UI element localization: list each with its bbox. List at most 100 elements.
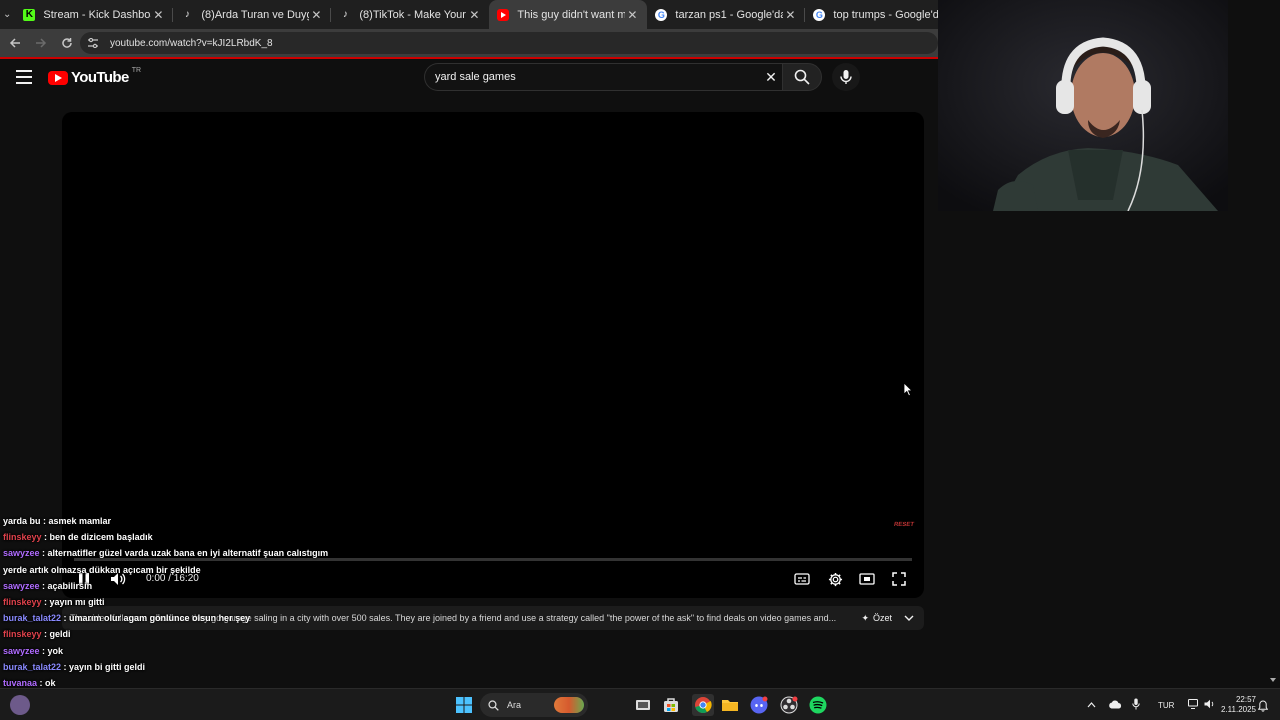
- tab-kick-dashboard[interactable]: K Stream - Kick Dashboard ✕: [15, 0, 174, 29]
- search-button[interactable]: [782, 63, 822, 91]
- chat-text: : yayın mı gitti: [44, 597, 105, 608]
- forward-arrow-icon[interactable]: [29, 31, 53, 55]
- speaker-icon[interactable]: [1204, 699, 1216, 711]
- chat-text: yarda bu : asmek mamlar: [3, 516, 112, 526]
- chat-message: burak_talat22 : umarım olur agam gönlünc…: [3, 610, 343, 626]
- summary-button[interactable]: ✦ Özet: [861, 613, 892, 624]
- streamer-avatar: [10, 695, 30, 715]
- chat-username[interactable]: flinskeyy: [3, 629, 42, 639]
- channel-watermark[interactable]: RESET: [889, 522, 918, 538]
- obs-icon[interactable]: [780, 696, 798, 714]
- taskbar-clock[interactable]: 22:57 2.11.2025: [1216, 695, 1256, 715]
- taskbar-search-label: Ara: [507, 700, 522, 710]
- windows-taskbar: Ara TUR 22:57 2.11.2025: [0, 688, 1280, 720]
- chat-text: yerde artık olmazsa dükkan açıcam bir şe…: [3, 564, 201, 575]
- tab-google-tarzan[interactable]: G tarzan ps1 - Google'da Ara ✕: [647, 0, 806, 29]
- youtube-masthead: YouTube TR yard sale games ✕: [0, 59, 938, 99]
- kick-icon: K: [23, 8, 36, 21]
- chat-username[interactable]: sawyzee: [3, 548, 40, 558]
- menu-icon[interactable]: [16, 70, 32, 84]
- notification-bell-icon[interactable]: [1257, 699, 1269, 717]
- tiktok-icon: ♪: [184, 9, 190, 20]
- close-tab-icon[interactable]: ✕: [783, 8, 797, 22]
- language-indicator[interactable]: TUR: [1158, 701, 1174, 710]
- chat-text: : açabilirsin: [42, 580, 93, 591]
- microphone-icon: [840, 70, 852, 84]
- cloud-icon[interactable]: [1108, 699, 1122, 711]
- tab-title: This guy didn't want me making: [517, 8, 626, 21]
- browser-tabstrip: ⌄ K Stream - Kick Dashboard ✕ ♪ (8)Arda …: [0, 0, 955, 29]
- back-arrow-icon[interactable]: [3, 31, 27, 55]
- webcam-feed: [938, 0, 1228, 211]
- chrome-icon[interactable]: [692, 694, 714, 716]
- chat-username[interactable]: sawyzee: [3, 646, 40, 656]
- url-text: youtube.com/watch?v=kJI2LRbdK_8: [110, 37, 273, 49]
- clear-search-icon[interactable]: ✕: [764, 70, 778, 84]
- site-info-icon[interactable]: [86, 36, 100, 50]
- chat-message: flinskeyy : ben de dizicem başladık: [3, 529, 343, 545]
- google-icon: G: [813, 8, 826, 21]
- tab-search-menu-icon[interactable]: ⌄: [3, 4, 11, 26]
- windows-start-icon[interactable]: [455, 696, 473, 714]
- fullscreen-button[interactable]: [889, 570, 909, 588]
- microphone-icon[interactable]: [1132, 698, 1140, 712]
- tab-tiktok-arda[interactable]: ♪ (8)Arda Turan ve Duygusal Futb ✕: [173, 0, 332, 29]
- close-tab-icon[interactable]: ✕: [625, 8, 639, 22]
- scroll-down-arrow-icon[interactable]: [1270, 678, 1276, 682]
- chat-username[interactable]: sawyzee: [3, 581, 40, 591]
- tab-title: tarzan ps1 - Google'da Ara: [675, 8, 784, 21]
- file-explorer-icon[interactable]: [721, 696, 739, 714]
- summary-button-label: Özet: [872, 613, 892, 623]
- region-code: TR: [131, 67, 142, 74]
- store-icon[interactable]: [662, 696, 680, 714]
- settings-button[interactable]: [825, 570, 845, 588]
- tab-tiktok-home[interactable]: ♪ (8)TikTok - Make Your Day ✕: [331, 0, 489, 29]
- sparkle-icon: ✦: [861, 612, 869, 623]
- theater-mode-button[interactable]: [857, 570, 877, 588]
- spotify-icon[interactable]: [809, 696, 827, 714]
- search-input[interactable]: yard sale games ✕: [424, 63, 788, 91]
- search-query: yard sale games: [435, 71, 516, 83]
- mouse-cursor-icon: [903, 382, 913, 397]
- chat-message: burak_talat22 : yayın bi gitti geldi: [3, 659, 343, 675]
- youtube-logo-text: YouTube: [71, 69, 129, 86]
- close-tab-icon[interactable]: ✕: [151, 8, 165, 22]
- reload-icon[interactable]: [55, 31, 79, 55]
- voice-search-button[interactable]: [832, 63, 860, 91]
- task-view-icon[interactable]: [634, 696, 652, 714]
- search-icon: [488, 699, 499, 711]
- system-tray: TUR: [1084, 689, 1216, 720]
- chat-username[interactable]: burak_talat22: [3, 613, 61, 623]
- search-highlight-icon: [554, 697, 584, 713]
- chat-text: : ok: [39, 678, 56, 689]
- chat-message: sawyzee : açabilirsin: [3, 578, 343, 594]
- network-icon[interactable]: [1188, 699, 1200, 711]
- streamer-silhouette: [938, 0, 1228, 211]
- chevron-down-icon[interactable]: [904, 613, 914, 623]
- chat-text: : yayın bi gitti geldi: [63, 661, 146, 672]
- close-tab-icon[interactable]: ✕: [467, 8, 481, 22]
- tab-youtube-video[interactable]: This guy didn't want me making ✕: [489, 0, 648, 29]
- chat-username[interactable]: tuvanaa: [3, 678, 37, 688]
- taskbar-search[interactable]: Ara: [480, 693, 588, 717]
- clock-date: 2.11.2025: [1221, 705, 1256, 714]
- chat-message: yerde artık olmazsa dükkan açıcam bir şe…: [3, 562, 343, 578]
- close-tab-icon[interactable]: ✕: [309, 8, 323, 22]
- chat-text: : geldi: [44, 629, 71, 640]
- tiktok-icon: ♪: [342, 9, 348, 20]
- chevron-up-icon[interactable]: [1084, 701, 1098, 710]
- subtitles-icon: [794, 573, 810, 585]
- chat-message: yarda bu : asmek mamlar: [3, 513, 343, 529]
- discord-icon[interactable]: [750, 696, 768, 714]
- chat-username[interactable]: flinskeyy: [3, 597, 42, 607]
- subtitles-button[interactable]: [792, 570, 812, 588]
- chat-message: flinskeyy : geldi: [3, 626, 343, 642]
- clock-time: 22:57: [1235, 695, 1256, 704]
- browser-toolbar: youtube.com/watch?v=kJI2LRbdK_8: [0, 29, 938, 57]
- address-bar[interactable]: youtube.com/watch?v=kJI2LRbdK_8: [80, 32, 938, 54]
- chat-username[interactable]: burak_talat22: [3, 662, 61, 672]
- fullscreen-icon: [892, 572, 906, 586]
- chat-username[interactable]: flinskeyy: [3, 532, 42, 542]
- youtube-logo[interactable]: YouTube TR: [48, 67, 142, 86]
- chat-message: sawyzee : yok: [3, 643, 343, 659]
